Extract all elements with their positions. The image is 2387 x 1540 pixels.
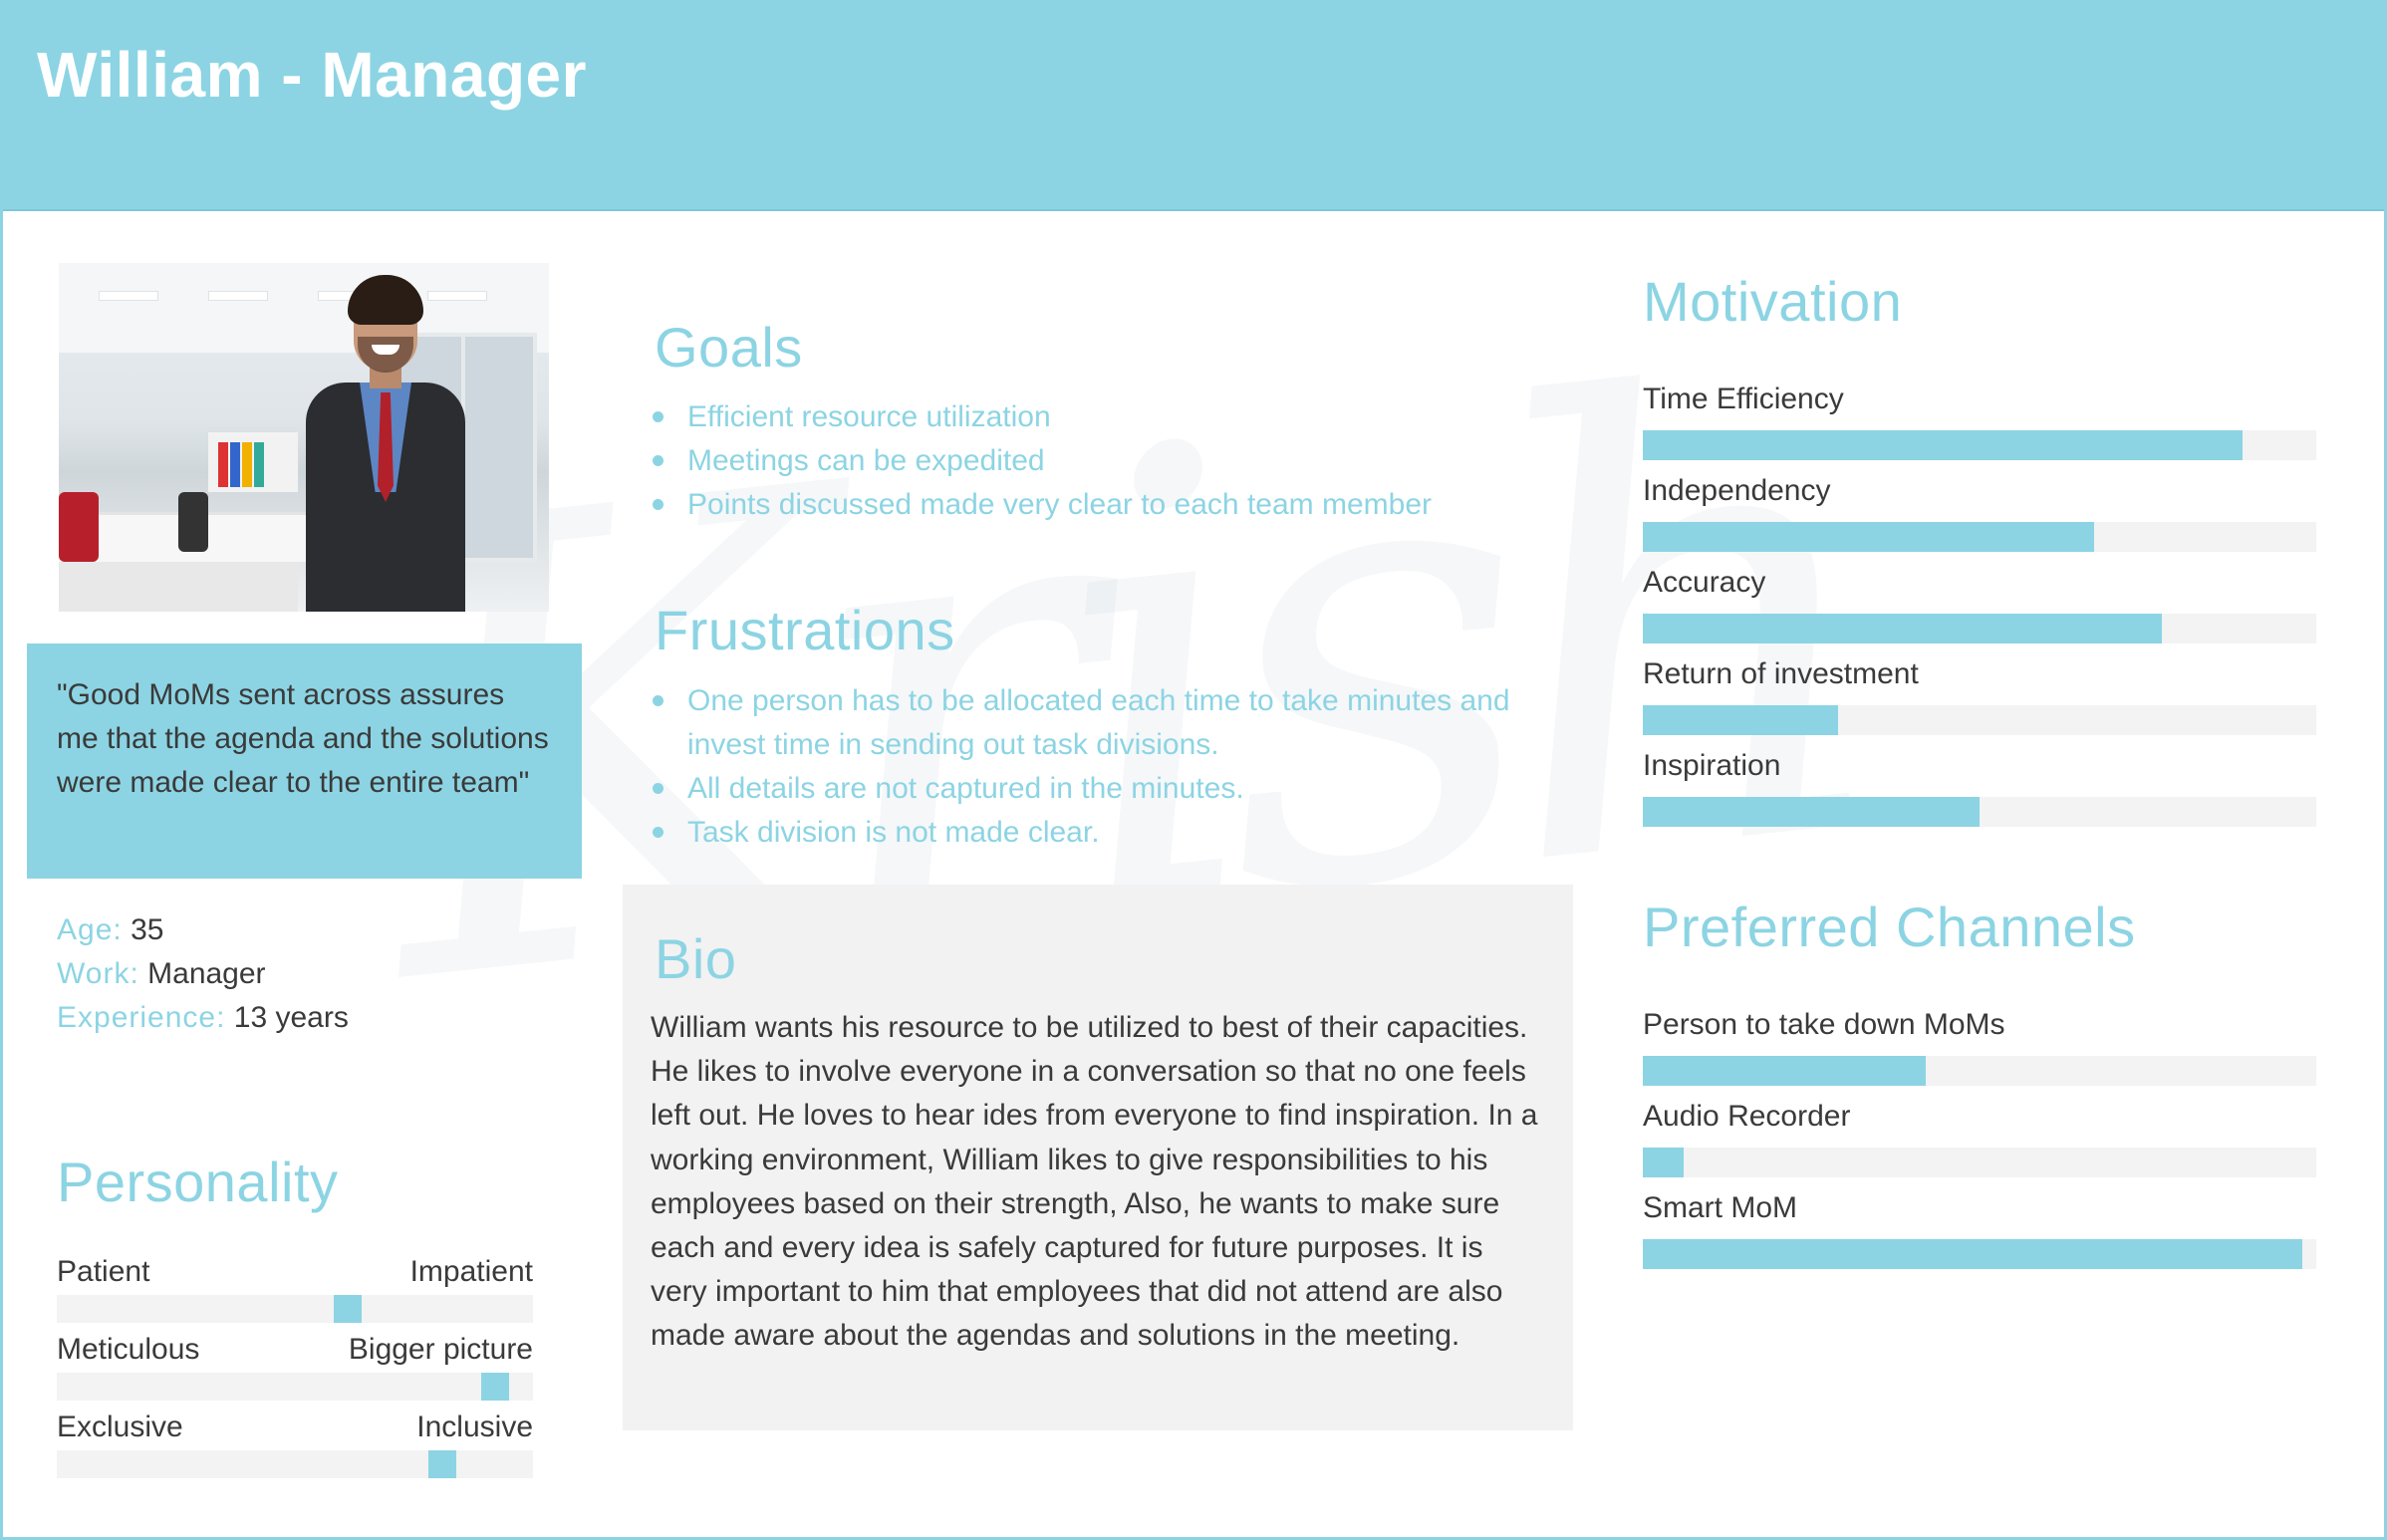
fact-age: Age: 35	[57, 908, 349, 952]
persona-quote: "Good MoMs sent across assures me that t…	[27, 643, 582, 879]
frustration-item: All details are not captured in the minu…	[651, 767, 1527, 811]
trait-slider-thumb[interactable]	[428, 1450, 457, 1478]
meter-fill	[1643, 705, 1839, 735]
trait-left-label: Patient	[57, 1255, 150, 1288]
goal-item: Efficient resource utilization	[651, 395, 1547, 439]
meter-label: Smart MoM	[1643, 1191, 1798, 1224]
fact-value: 35	[131, 913, 164, 946]
meter-fill	[1643, 1056, 1926, 1086]
meter-track	[1643, 614, 2316, 643]
meter-track	[1643, 1056, 2316, 1086]
channels-title: Preferred Channels	[1643, 896, 2136, 958]
persona-facts: Age: 35 Work: Manager Experience: 13 yea…	[57, 908, 349, 1040]
channel-meter: Audio Recorder	[1643, 1100, 2316, 1177]
meter-track	[1643, 1239, 2316, 1269]
persona-card: Krish William - Manager "Good MoMs sent	[0, 0, 2387, 1540]
person-figure	[306, 275, 465, 612]
goals-title: Goals	[655, 316, 803, 379]
meter-fill	[1643, 1239, 2303, 1269]
goal-item: Meetings can be expedited	[651, 439, 1547, 483]
meter-fill	[1643, 430, 2243, 460]
trait-patient-impatient: Patient Impatient	[57, 1255, 533, 1323]
meter-fill	[1643, 522, 2094, 552]
meter-label: Time Efficiency	[1643, 383, 1844, 415]
trait-right-label: Impatient	[409, 1255, 533, 1288]
fact-label: Experience:	[57, 1001, 226, 1034]
persona-title: William - Manager	[37, 39, 588, 111]
meter-label: Independency	[1643, 474, 1831, 507]
trait-left-label: Meticulous	[57, 1333, 200, 1366]
persona-photo	[59, 263, 549, 612]
motivation-meter: Time Efficiency	[1643, 383, 2316, 460]
meter-label: Accuracy	[1643, 566, 1766, 599]
fact-label: Work:	[57, 957, 139, 990]
trait-left-label: Exclusive	[57, 1411, 183, 1443]
motivation-meter: Inspiration	[1643, 749, 2316, 827]
trait-slider-thumb[interactable]	[333, 1295, 362, 1323]
fact-experience: Experience: 13 years	[57, 996, 349, 1040]
motivation-meter: Return of investment	[1643, 657, 2316, 735]
meter-track	[1643, 522, 2316, 552]
meter-label: Audio Recorder	[1643, 1100, 1851, 1133]
trait-slider-track	[57, 1450, 533, 1478]
trait-slider-thumb[interactable]	[480, 1373, 509, 1401]
fact-value: Manager	[147, 957, 266, 990]
trait-right-label: Bigger picture	[348, 1333, 533, 1366]
fact-value: 13 years	[233, 1001, 349, 1034]
goals-list: Efficient resource utilization Meetings …	[651, 395, 1547, 527]
meter-track	[1643, 430, 2316, 460]
meter-fill	[1643, 614, 2162, 643]
trait-meticulous-bigger-picture: Meticulous Bigger picture	[57, 1333, 533, 1401]
motivation-meter: Accuracy	[1643, 566, 2316, 643]
fact-work: Work: Manager	[57, 952, 349, 996]
meter-track	[1643, 797, 2316, 827]
meter-track	[1643, 1148, 2316, 1177]
meter-track	[1643, 705, 2316, 735]
meter-label: Person to take down MoMs	[1643, 1008, 2005, 1041]
channel-meter: Person to take down MoMs	[1643, 1008, 2316, 1086]
meter-label: Return of investment	[1643, 657, 1919, 690]
meter-label: Inspiration	[1643, 749, 1781, 782]
meter-fill	[1643, 797, 1980, 827]
bio-title: Bio	[655, 927, 737, 990]
frustration-item: Task division is not made clear.	[651, 811, 1527, 855]
personality-title: Personality	[57, 1151, 339, 1213]
frustrations-title: Frustrations	[655, 599, 955, 661]
bio-text: William wants his resource to be utilize…	[651, 1011, 1538, 1353]
frustration-item: One person has to be allocated each time…	[651, 679, 1527, 767]
frustrations-list: One person has to be allocated each time…	[651, 679, 1527, 855]
header-bar: William - Manager	[3, 0, 2384, 211]
trait-slider-track	[57, 1373, 533, 1401]
fact-label: Age:	[57, 913, 123, 946]
trait-exclusive-inclusive: Exclusive Inclusive	[57, 1411, 533, 1478]
trait-slider-track	[57, 1295, 533, 1323]
meter-fill	[1643, 1148, 1684, 1177]
channel-meter: Smart MoM	[1643, 1191, 2316, 1269]
motivation-title: Motivation	[1643, 270, 1903, 333]
goal-item: Points discussed made very clear to each…	[651, 483, 1547, 527]
motivation-meter: Independency	[1643, 474, 2316, 552]
trait-right-label: Inclusive	[416, 1411, 533, 1443]
